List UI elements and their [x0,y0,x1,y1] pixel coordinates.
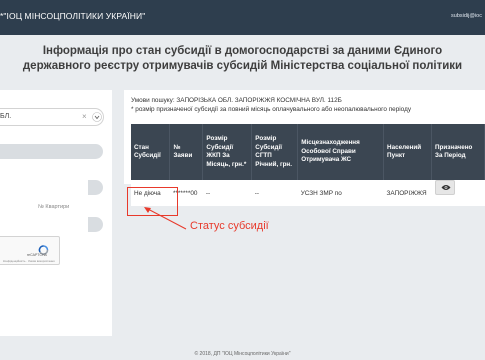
col-settlement: Населений Пункт [383,124,433,180]
clear-icon[interactable]: × [82,112,87,121]
top-navbar: *"ІОЦ МІНСОЦПОЛІТИКИ УКРАЇНИ" subsidij@i… [0,0,485,35]
table-header-row: Стан Субсидії № Заяви Розмір Субсидії ЖК… [131,124,485,180]
col-case-location: Місцезнаходження Особової Справи Отримув… [297,124,385,180]
recaptcha-label: reCAPTCHA [27,253,47,257]
col-period: Призначено За Період [431,124,485,180]
street-select[interactable] [0,144,103,159]
house-select[interactable] [88,180,103,195]
col-zhkp-amount: Розмір Субсидії ЖКП За Місяць, грн.* [202,124,253,180]
amount-note: * розмір призначеної субсидії за повний … [131,105,412,113]
cell-period [431,179,485,206]
region-select[interactable]: БЛ. × [0,108,104,126]
eye-icon [441,184,451,190]
view-details-button[interactable] [434,179,455,195]
apartment-input[interactable] [88,217,103,232]
callout-arrow-icon [144,207,187,230]
chevron-down-icon[interactable] [92,111,102,123]
region-select-value: БЛ. [0,113,12,120]
page-title: Інформація про стан субсидії в домогоспо… [22,45,463,72]
recaptcha-widget[interactable]: reCAPTCHA Конфіденційність · Умови викор… [0,236,60,265]
brand-title[interactable]: *"ІОЦ МІНСОЦПОЛІТИКИ УКРАЇНИ" [0,11,145,21]
cell-settlement: ЗАПОРІЖЖЯ [383,180,432,206]
table-row: Не діюча *******00 -- -- УСЗН ЗМР по ЗАП… [131,179,485,206]
user-account-link[interactable]: subsidij@ioc [451,13,482,19]
footer-copyright: © 2018, ДП "ІОЦ Мінсоцполітики України" [194,351,291,357]
status-callout-label: Статус субсидії [190,220,269,232]
col-application-no: № Заяви [169,124,204,180]
recaptcha-links[interactable]: Конфіденційність · Умови використання [3,259,55,263]
search-form-panel: БЛ. × № Квартири reCAPTCHA Конфіденційні… [0,90,112,336]
col-status: Стан Субсидії [131,124,171,180]
apartment-placeholder: № Квартири [38,204,70,210]
cell-zhkp-amount: -- [202,180,252,206]
search-conditions-text: Умови пошуку: ЗАПОРІЗЬКА ОБЛ. ЗАПОРІЖЖЯ … [131,97,342,104]
cell-case-location: УСЗН ЗМР по [297,180,384,206]
col-sgtp-amount: Розмір Субсидії СГТП Річний, грн. [251,124,299,180]
subsidy-table: Стан Субсидії № Заяви Розмір Субсидії ЖК… [131,124,485,206]
recaptcha-logo-icon [38,242,49,255]
results-panel: Умови пошуку: ЗАПОРІЗЬКА ОБЛ. ЗАПОРІЖЖЯ … [124,90,485,206]
cell-sgtp-amount: -- [251,180,298,206]
search-conditions: Умови пошуку: ЗАПОРІЗЬКА ОБЛ. ЗАПОРІЖЖЯ … [131,97,485,114]
